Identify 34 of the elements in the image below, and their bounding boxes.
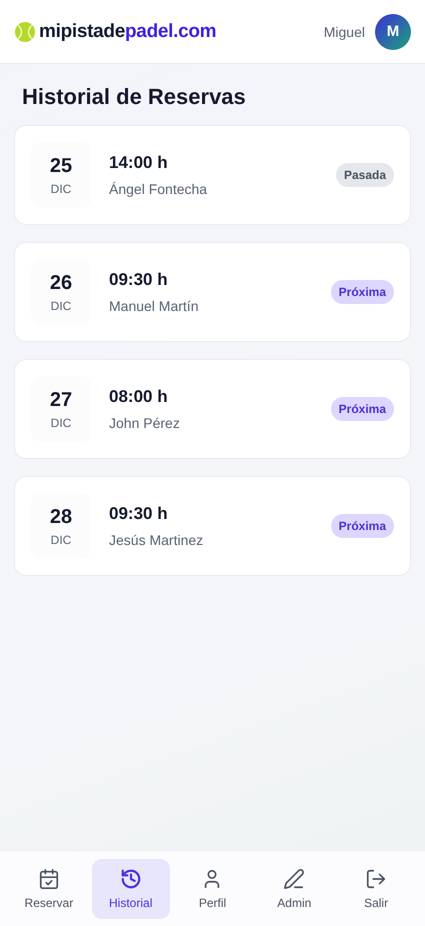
nav-tab[interactable]: Historial [92,858,170,918]
player-name: Manuel Martín [109,298,200,314]
booking-month: DIC [50,182,72,196]
player-name: John Pérez [109,415,181,431]
page-title: Historial de Reservas [22,84,247,110]
history-icon [120,868,142,890]
logo-text: mipistadepadel.com [39,20,216,42]
booking-time: 08:00 h [109,387,169,407]
status-badge: Próxima [330,280,394,304]
logout-icon [365,868,388,890]
player-name: Ángel Fontecha [109,181,208,197]
booking-time: 09:30 h [109,270,169,290]
nav-tab[interactable]: Admin [255,858,334,918]
booking-day: 25 [50,154,72,178]
booking-month: DIC [50,298,72,312]
tennis-ball-icon [14,20,36,42]
booking-time: 09:30 h [109,504,169,524]
status-badge: Pasada [336,163,394,187]
nav-tab[interactable]: Salir [337,858,416,918]
calendar-check-icon [38,868,60,890]
player-name: Jesús Martinez [109,532,204,548]
booking-day: 26 [50,272,72,294]
booking-day: 27 [50,388,72,412]
user-name: Miguel [324,24,365,40]
booking-day: 28 [50,506,72,528]
nav-tab[interactable]: Perfil [173,858,252,918]
status-badge: Próxima [330,514,394,538]
user-avatar[interactable]: M [375,14,411,50]
booking-month: DIC [50,416,72,430]
booking-month: DIC [50,532,72,546]
nav-tab[interactable]: Reservar [10,858,88,918]
status-badge: Próxima [330,397,394,421]
booking-time: 14:00 h [109,153,169,173]
pen-icon [283,868,306,890]
